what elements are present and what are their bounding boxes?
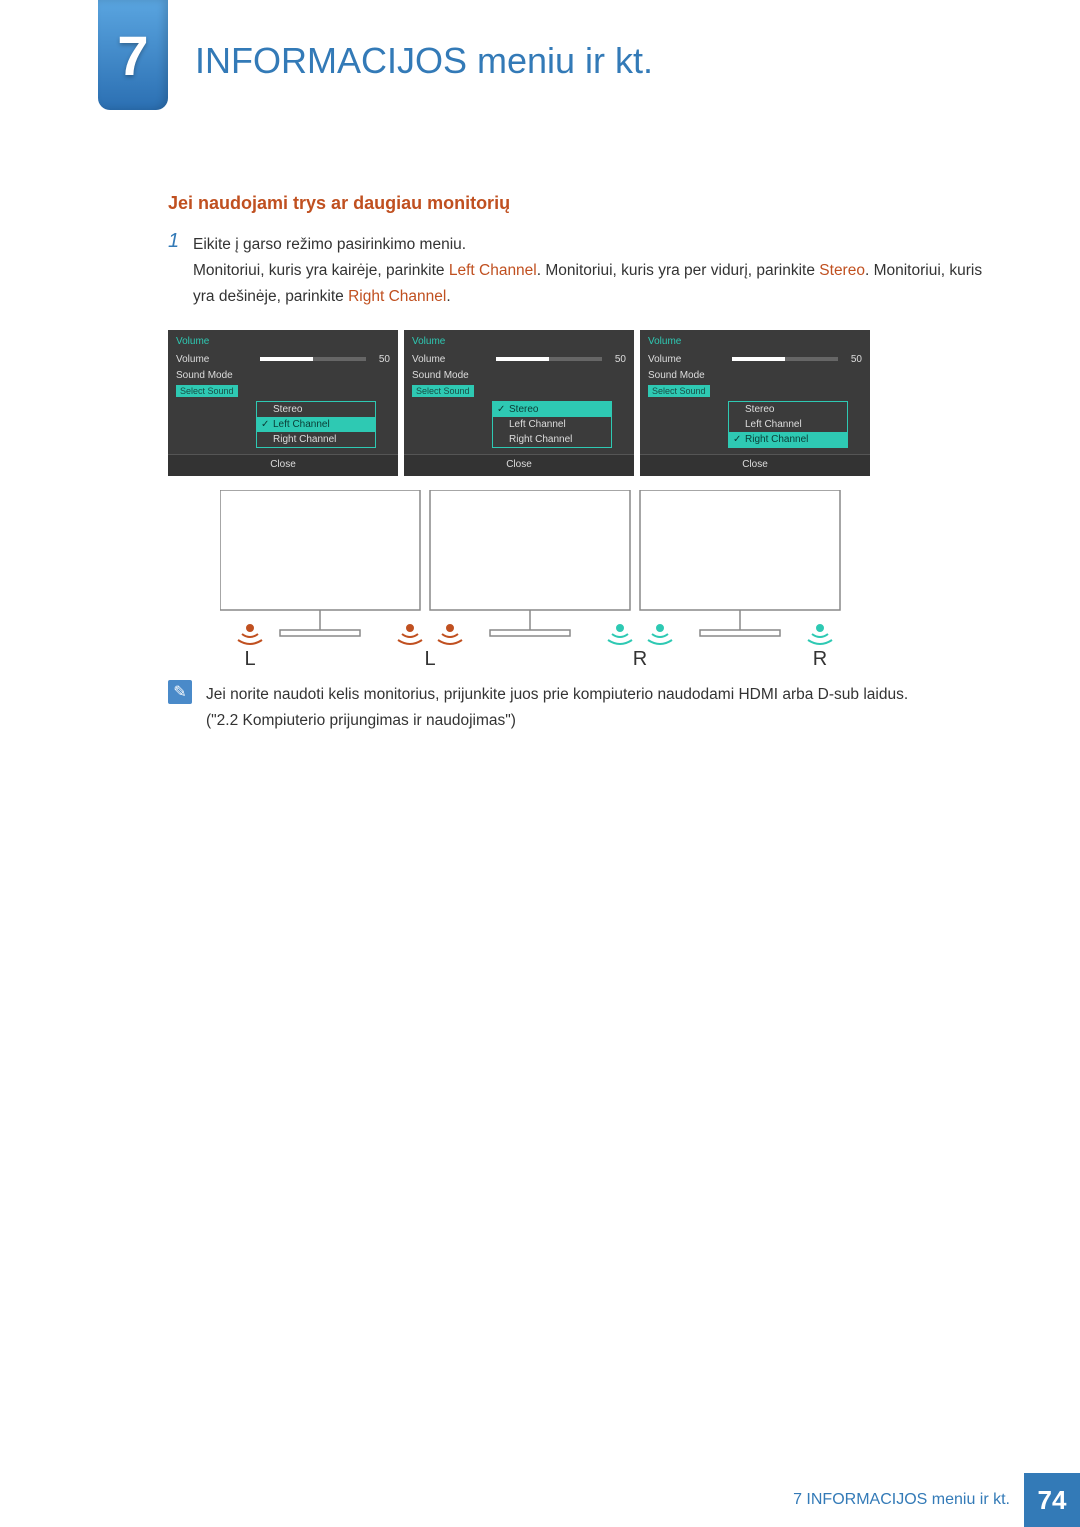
chapter-tab: 7 (98, 0, 168, 110)
note-line2: ("2.2 Kompiuterio prijungimas ir naudoji… (206, 712, 516, 729)
volume-row: Volume 50 (640, 351, 870, 367)
volume-bar (260, 357, 366, 361)
close-button: Close (640, 454, 870, 476)
note-icon: ✎ (168, 680, 192, 704)
volume-value: 50 (842, 354, 862, 365)
select-sound-label: Select Sound (176, 385, 238, 397)
option-left-channel: Left Channel (493, 417, 611, 432)
volume-menu-left: Volume Volume 50 Sound Mode Select Sound… (168, 330, 398, 476)
note-line1: Jei norite naudoti kelis monitorius, pri… (206, 686, 908, 703)
step-line2a: Monitoriui, kuris yra kairėje, parinkite (193, 262, 449, 279)
step-text: Eikite į garso režimo pasirinkimo meniu.… (193, 232, 1003, 310)
highlight-stereo: Stereo (819, 262, 865, 279)
close-button: Close (168, 454, 398, 476)
page-footer: 7 INFORMACIJOS meniu ir kt. 74 (0, 1473, 1080, 1527)
sound-mode-label: Sound Mode (176, 370, 256, 381)
select-sound-row: Select Sound (168, 383, 398, 399)
menu-title: Volume (168, 336, 398, 351)
volume-value: 50 (606, 354, 626, 365)
select-sound-row: Select Sound (404, 383, 634, 399)
step-line2d: . (446, 288, 450, 305)
option-left-channel: Left Channel (257, 417, 375, 432)
highlight-left-channel: Left Channel (449, 262, 537, 279)
step-line1: Eikite į garso režimo pasirinkimo meniu. (193, 236, 466, 253)
chapter-title: INFORMACIJOS meniu ir kt. (195, 40, 653, 82)
menu-title: Volume (404, 336, 634, 351)
label-r2: R (813, 648, 827, 670)
volume-label: Volume (412, 354, 492, 365)
label-l2: L (424, 648, 435, 670)
section-title: Jei naudojami trys ar daugiau monitorių (168, 193, 510, 214)
sound-mode-row: Sound Mode (404, 367, 634, 383)
volume-label: Volume (648, 354, 728, 365)
footer-page-number: 74 (1024, 1473, 1080, 1527)
option-right-channel: Right Channel (257, 432, 375, 447)
sound-options: Stereo Left Channel Right Channel (728, 401, 848, 448)
sound-mode-label: Sound Mode (412, 370, 492, 381)
volume-value: 50 (370, 354, 390, 365)
option-right-channel: Right Channel (493, 432, 611, 447)
step-line2b: . Monitoriui, kuris yra per vidurį, pari… (537, 262, 820, 279)
volume-menu-right: Volume Volume 50 Sound Mode Select Sound… (640, 330, 870, 476)
select-sound-label: Select Sound (412, 385, 474, 397)
option-right-channel: Right Channel (729, 432, 847, 447)
volume-label: Volume (176, 354, 256, 365)
volume-row: Volume 50 (168, 351, 398, 367)
volume-bar (496, 357, 602, 361)
sound-mode-row: Sound Mode (168, 367, 398, 383)
menu-screenshots: Volume Volume 50 Sound Mode Select Sound… (168, 330, 870, 476)
monitors-diagram: L L R R (220, 490, 890, 670)
note-text: Jei norite naudoti kelis monitorius, pri… (206, 682, 996, 734)
volume-menu-stereo: Volume Volume 50 Sound Mode Select Sound… (404, 330, 634, 476)
menu-title: Volume (640, 336, 870, 351)
step-number: 1 (168, 230, 179, 253)
sound-mode-label: Sound Mode (648, 370, 728, 381)
highlight-right-channel: Right Channel (348, 288, 446, 305)
select-sound-row: Select Sound (640, 383, 870, 399)
sound-options: Stereo Left Channel Right Channel (492, 401, 612, 448)
sound-mode-row: Sound Mode (640, 367, 870, 383)
option-left-channel: Left Channel (729, 417, 847, 432)
label-l1: L (244, 648, 255, 670)
select-sound-label: Select Sound (648, 385, 710, 397)
close-button: Close (404, 454, 634, 476)
option-stereo: Stereo (257, 402, 375, 417)
sound-options: Stereo Left Channel Right Channel (256, 401, 376, 448)
volume-row: Volume 50 (404, 351, 634, 367)
option-stereo: Stereo (729, 402, 847, 417)
chapter-number: 7 (117, 23, 148, 88)
volume-bar (732, 357, 838, 361)
option-stereo: Stereo (493, 402, 611, 417)
footer-label: 7 INFORMACIJOS meniu ir kt. (779, 1473, 1024, 1527)
label-r1: R (633, 648, 647, 670)
